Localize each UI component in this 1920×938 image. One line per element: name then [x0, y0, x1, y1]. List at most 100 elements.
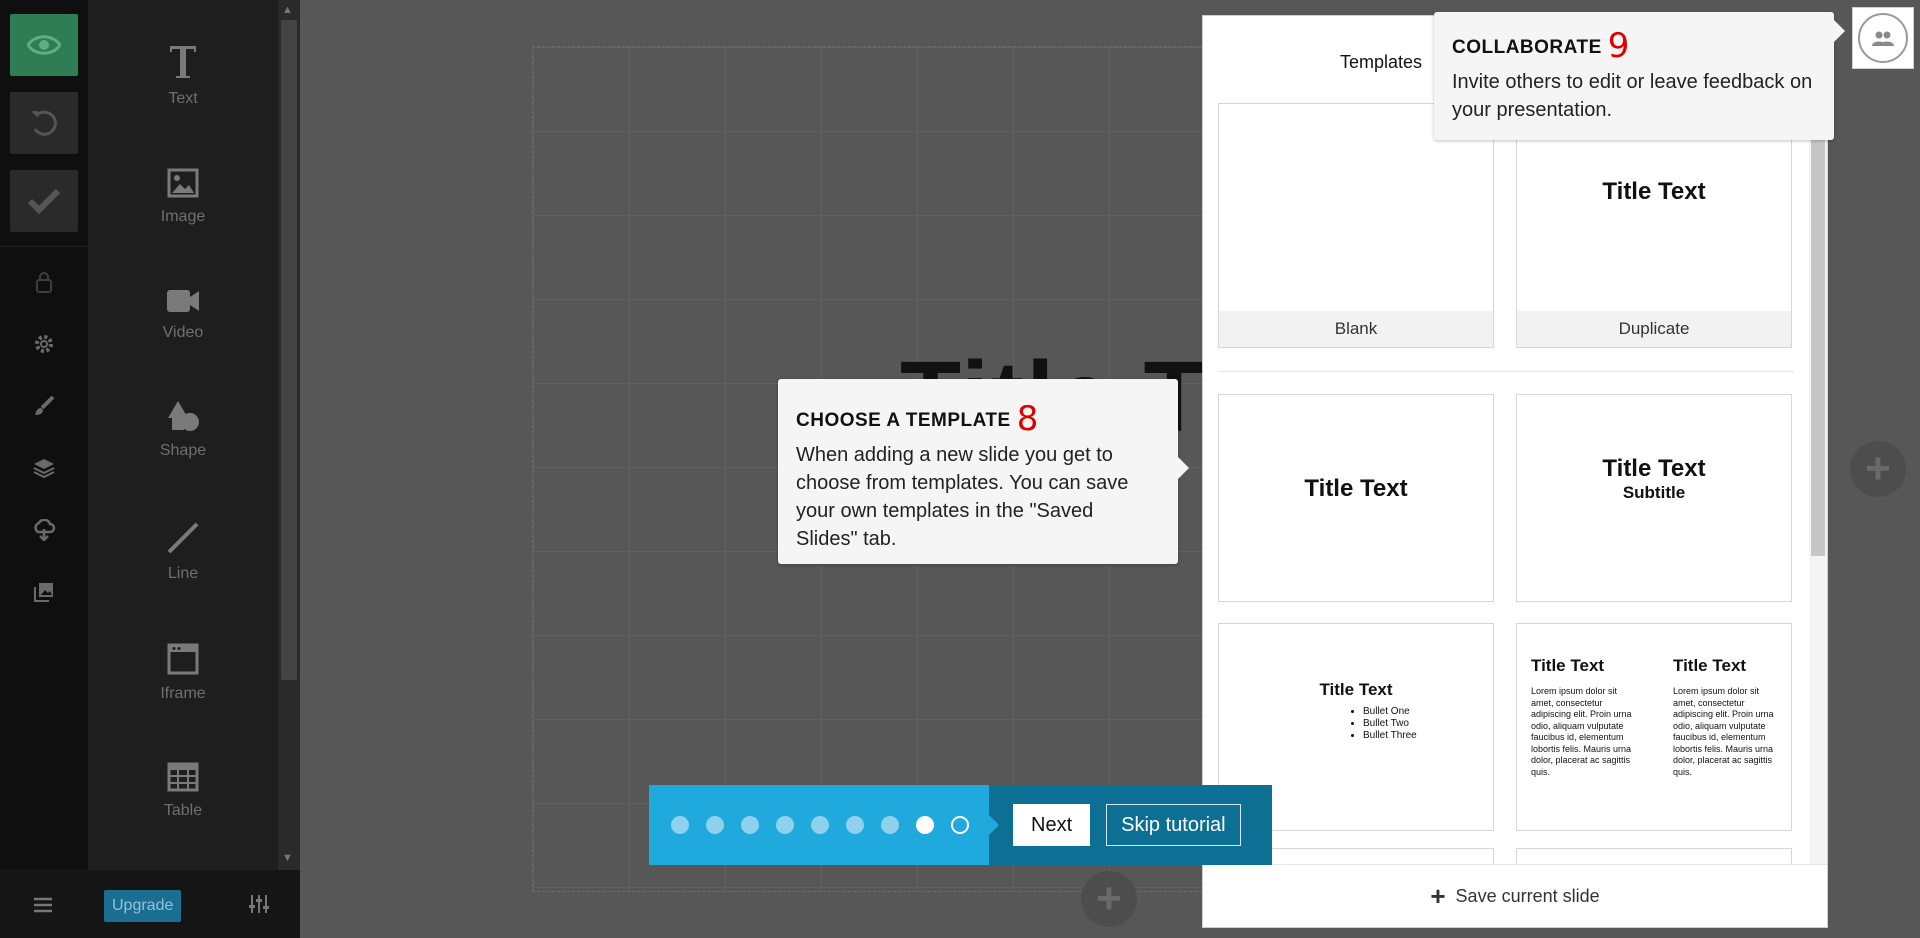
tools-scrollbar[interactable]: ▲ ▼: [278, 0, 300, 870]
check-icon: [27, 188, 61, 214]
tool-text[interactable]: Text: [88, 32, 278, 132]
line-icon: [167, 522, 199, 554]
tool-label: Image: [160, 208, 206, 225]
collaborate-button[interactable]: [1852, 7, 1914, 69]
tools-panel: Text Image Video Shape Line Iframe Table: [88, 0, 278, 870]
tutorial-actions: Next Skip tutorial: [989, 785, 1272, 865]
template-bullet: Bullet Two: [1363, 718, 1417, 730]
choose-template-tooltip: CHOOSE A TEMPLATE 8 When adding a new sli…: [778, 379, 1189, 564]
add-slide-right-button[interactable]: +: [1850, 441, 1906, 497]
tooltip-step-number: 9: [1607, 26, 1630, 66]
tutorial-step-dot[interactable]: [881, 816, 899, 834]
layers-icon[interactable]: [29, 453, 59, 483]
iframe-icon: [167, 643, 199, 675]
plus-icon: +: [1430, 880, 1446, 911]
preview-button[interactable]: [10, 14, 78, 76]
collaborators-icon: [1858, 13, 1908, 63]
template-title-only[interactable]: Title Text: [1218, 394, 1494, 602]
template-column-left: Title Text Lorem ipsum dolor sit amet, c…: [1531, 656, 1641, 778]
tool-label: Video: [162, 324, 204, 341]
gallery-icon[interactable]: [29, 577, 59, 607]
tutorial-step-dot[interactable]: [951, 816, 969, 834]
tool-label: Table: [163, 802, 203, 819]
tool-label: Text: [168, 90, 198, 107]
scroll-thumb[interactable]: [1811, 136, 1825, 556]
tool-label: Line: [167, 565, 199, 582]
rail-divider: [0, 246, 88, 247]
tooltip-arrow: [1178, 457, 1189, 479]
templates-divider: [1218, 371, 1794, 372]
template-body-text: Lorem ipsum dolor sit amet, consectetur …: [1531, 686, 1632, 777]
template-caption: Duplicate: [1517, 311, 1791, 347]
tooltip-step-number: 8: [1016, 399, 1039, 439]
tooltip-title: COLLABORATE: [1452, 37, 1602, 58]
settings-sliders-icon[interactable]: [248, 894, 270, 919]
tutorial-step-dot[interactable]: [671, 816, 689, 834]
template-bullet: Bullet Three: [1363, 730, 1417, 742]
save-current-slide-button[interactable]: + Save current slide: [1203, 864, 1827, 927]
scroll-down-icon[interactable]: ▼: [282, 852, 293, 864]
table-icon: [167, 762, 199, 792]
tutorial-step-dot[interactable]: [776, 816, 794, 834]
video-icon: [167, 290, 199, 312]
tutorial-arrow: [989, 815, 999, 835]
template-title: Title Text: [1319, 680, 1393, 699]
template-two-columns[interactable]: Title Text Lorem ipsum dolor sit amet, c…: [1516, 623, 1792, 831]
cloud-icon[interactable]: [29, 515, 59, 545]
tool-table[interactable]: Table: [88, 744, 278, 844]
template-title: Title Text: [1304, 475, 1408, 502]
next-button[interactable]: Next: [1013, 804, 1091, 846]
tool-line[interactable]: Line: [88, 507, 278, 607]
tool-iframe[interactable]: Iframe: [88, 627, 278, 727]
template-bullet-list: Bullet One Bullet Two Bullet Three: [1349, 706, 1417, 742]
gear-icon[interactable]: [29, 329, 59, 359]
scroll-up-icon[interactable]: ▲: [282, 4, 293, 16]
tool-video[interactable]: Video: [88, 266, 278, 366]
template-title: Title Text: [1602, 455, 1706, 482]
template-body-text: Lorem ipsum dolor sit amet, consectetur …: [1673, 686, 1774, 777]
template-title: Title Text: [1531, 656, 1605, 675]
templates-panel: Templates Blank Title Text Duplicate Tit…: [1202, 15, 1828, 928]
templates-scrollbar[interactable]: ⌄: [1809, 106, 1827, 876]
undo-icon: [31, 110, 57, 136]
skip-tutorial-button[interactable]: Skip tutorial: [1106, 804, 1241, 846]
template-title: Title Text: [1673, 656, 1747, 675]
upgrade-button[interactable]: Upgrade: [104, 890, 182, 922]
tab-templates[interactable]: Templates: [1315, 34, 1447, 90]
tutorial-step-dot[interactable]: [811, 816, 829, 834]
collaborate-tooltip: COLLABORATE 9 Invite others to edit or le…: [1434, 12, 1845, 140]
tooltip-title: CHOOSE A TEMPLATE: [796, 410, 1011, 431]
template-subtitle: Subtitle: [1622, 483, 1686, 502]
tooltip-body: When adding a new slide you get to choos…: [796, 444, 1129, 550]
eye-icon: [27, 35, 61, 55]
tutorial-bar: Next Skip tutorial: [649, 785, 1272, 865]
tool-shape[interactable]: Shape: [88, 384, 278, 484]
scroll-thumb[interactable]: [281, 20, 297, 680]
template-bullet: Bullet One: [1363, 706, 1417, 718]
tutorial-step-dot[interactable]: [916, 816, 934, 834]
menu-icon[interactable]: [33, 897, 53, 918]
left-rail: [0, 0, 88, 938]
undo-button[interactable]: [10, 92, 78, 154]
save-label: Save current slide: [1455, 885, 1600, 906]
template-column-right: Title Text Lorem ipsum dolor sit amet, c…: [1673, 656, 1783, 778]
tool-label: Iframe: [160, 685, 206, 702]
shape-icon: [168, 401, 199, 431]
image-icon: [167, 168, 199, 198]
tool-label: Shape: [159, 442, 207, 459]
tutorial-progress-dots: [649, 785, 999, 865]
tutorial-step-dot[interactable]: [741, 816, 759, 834]
tooltip-arrow: [1834, 20, 1845, 42]
template-title: Title Text: [1602, 178, 1706, 205]
tooltip-body: Invite others to edit or leave feedback …: [1452, 71, 1813, 121]
tutorial-step-dot[interactable]: [706, 816, 724, 834]
template-caption: Blank: [1219, 311, 1493, 347]
tool-image[interactable]: Image: [88, 150, 278, 250]
text-icon: [170, 46, 196, 78]
lock-icon[interactable]: [29, 267, 59, 297]
add-slide-below-button[interactable]: +: [1081, 871, 1137, 927]
template-title-subtitle[interactable]: Title Text Subtitle: [1516, 394, 1792, 602]
brush-icon[interactable]: [29, 391, 59, 421]
done-button[interactable]: [10, 170, 78, 232]
tutorial-step-dot[interactable]: [846, 816, 864, 834]
